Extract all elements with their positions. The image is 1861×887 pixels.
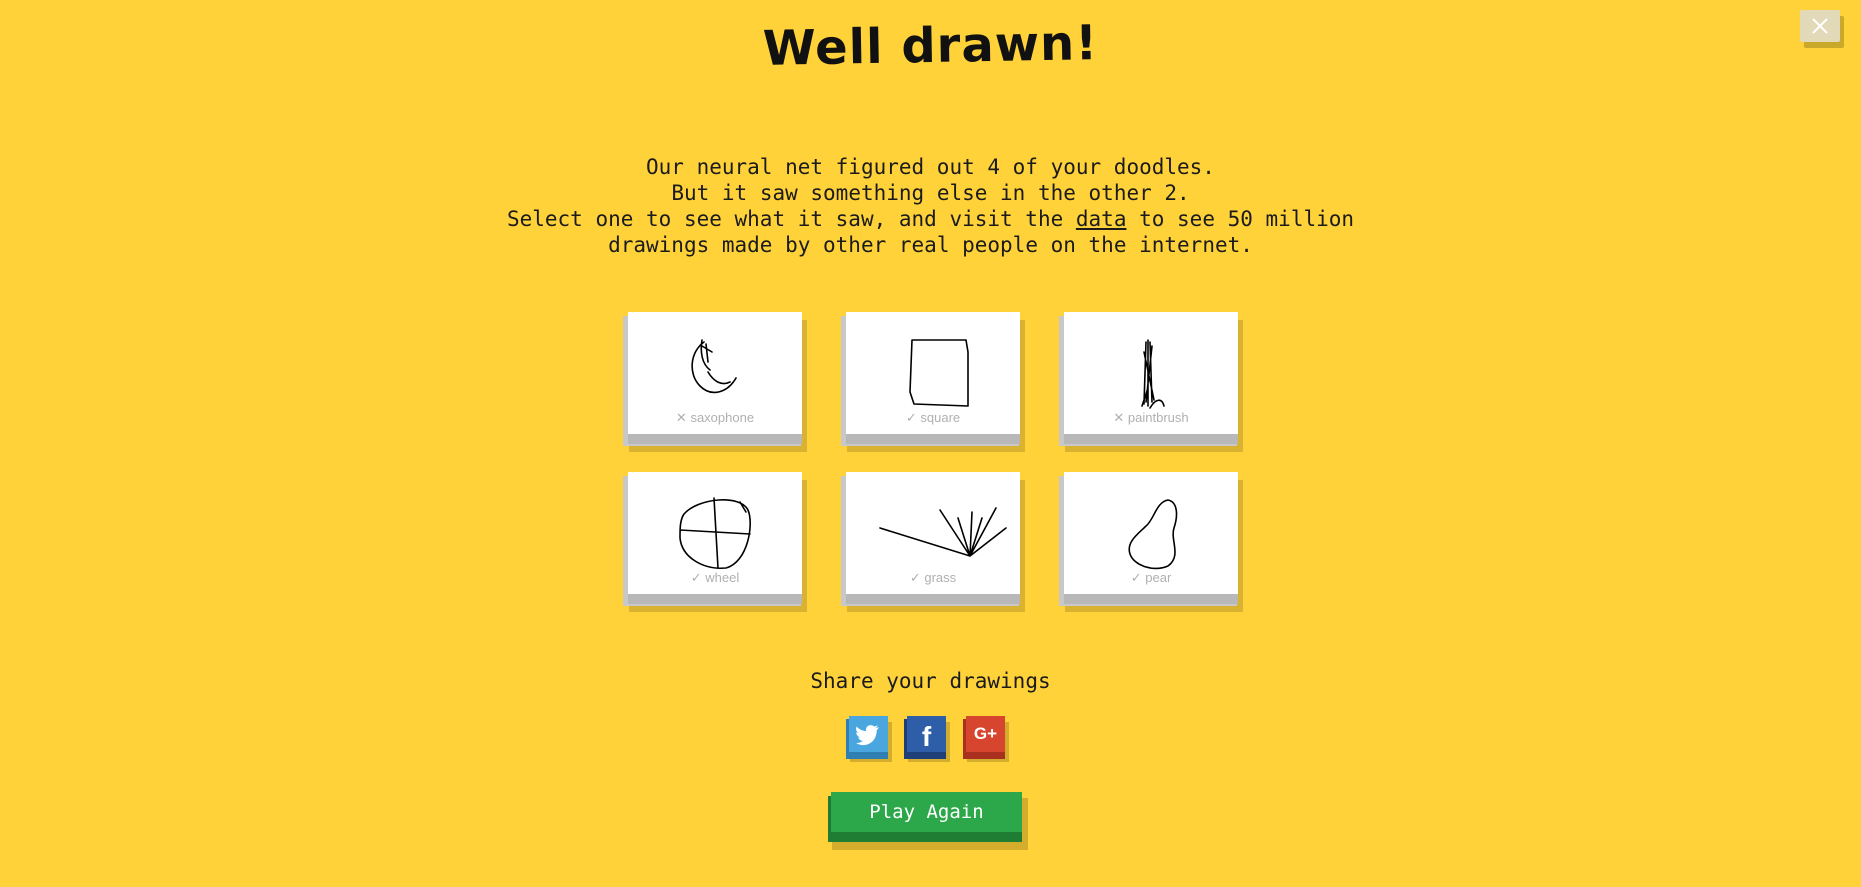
drawing-label: ✓ pear <box>1064 570 1238 586</box>
google-plus-icon: G+ <box>973 724 998 743</box>
message-line-3: Select one to see what it saw, and visit… <box>0 206 1861 232</box>
drawing-name: saxophone <box>690 410 755 425</box>
card-bottom <box>1064 594 1238 604</box>
card-bottom <box>1064 434 1238 444</box>
twitter-share-button[interactable] <box>846 716 892 762</box>
result-message: Our neural net figured out 4 of your doo… <box>0 154 1861 258</box>
status-mark: ✕ <box>1113 410 1125 425</box>
drawing-card-square[interactable]: ✓ square <box>841 312 1025 452</box>
message-line-2: But it saw something else in the other 2… <box>671 181 1190 205</box>
status-mark: ✕ <box>675 410 687 425</box>
card-bottom <box>628 594 802 604</box>
data-link[interactable]: data <box>1076 207 1127 231</box>
play-again-button[interactable]: Play Again <box>828 792 1028 850</box>
card-bottom <box>846 594 1020 604</box>
drawing-name: wheel <box>705 570 740 585</box>
drawing-card-grass[interactable]: ✓ grass <box>841 472 1025 612</box>
drawing-name: grass <box>924 570 957 585</box>
drawing-name: paintbrush <box>1127 410 1189 425</box>
facebook-share-button[interactable]: f <box>904 716 950 762</box>
drawing-card-pear[interactable]: ✓ pear <box>1059 472 1243 612</box>
facebook-icon: f <box>921 721 932 752</box>
share-title: Share your drawings <box>810 669 1051 693</box>
drawing-label: ✕ saxophone <box>628 410 802 426</box>
message-line-1: Our neural net figured out 4 of your doo… <box>646 155 1215 179</box>
twitter-icon <box>856 725 879 746</box>
message-line-3-after: to see 50 million <box>1126 207 1355 231</box>
status-mark: ✓ <box>1130 570 1142 585</box>
drawing-label: ✓ wheel <box>628 570 802 586</box>
drawing-label: ✓ grass <box>846 570 1020 586</box>
drawing-label: ✓ square <box>846 410 1020 426</box>
status-mark: ✓ <box>905 410 917 425</box>
google-plus-share-button[interactable]: G+ <box>963 716 1009 762</box>
page-title: Well drawn! <box>762 15 1099 77</box>
drawing-card-wheel[interactable]: ✓ wheel <box>623 472 807 612</box>
drawing-name: square <box>920 410 961 425</box>
play-again-label: Play Again <box>869 801 984 823</box>
card-bottom <box>846 434 1020 444</box>
message-line-3-before: Select one to see what it saw, and visit… <box>506 207 1076 231</box>
drawing-card-saxophone[interactable]: ✕ saxophone <box>623 312 807 452</box>
status-mark: ✓ <box>690 570 702 585</box>
drawing-label: ✕ paintbrush <box>1064 410 1238 426</box>
card-bottom <box>628 434 802 444</box>
message-line-4: drawings made by other real people on th… <box>608 233 1253 257</box>
drawing-name: pear <box>1145 570 1172 585</box>
status-mark: ✓ <box>909 570 921 585</box>
drawing-card-paintbrush[interactable]: ✕ paintbrush <box>1059 312 1243 452</box>
